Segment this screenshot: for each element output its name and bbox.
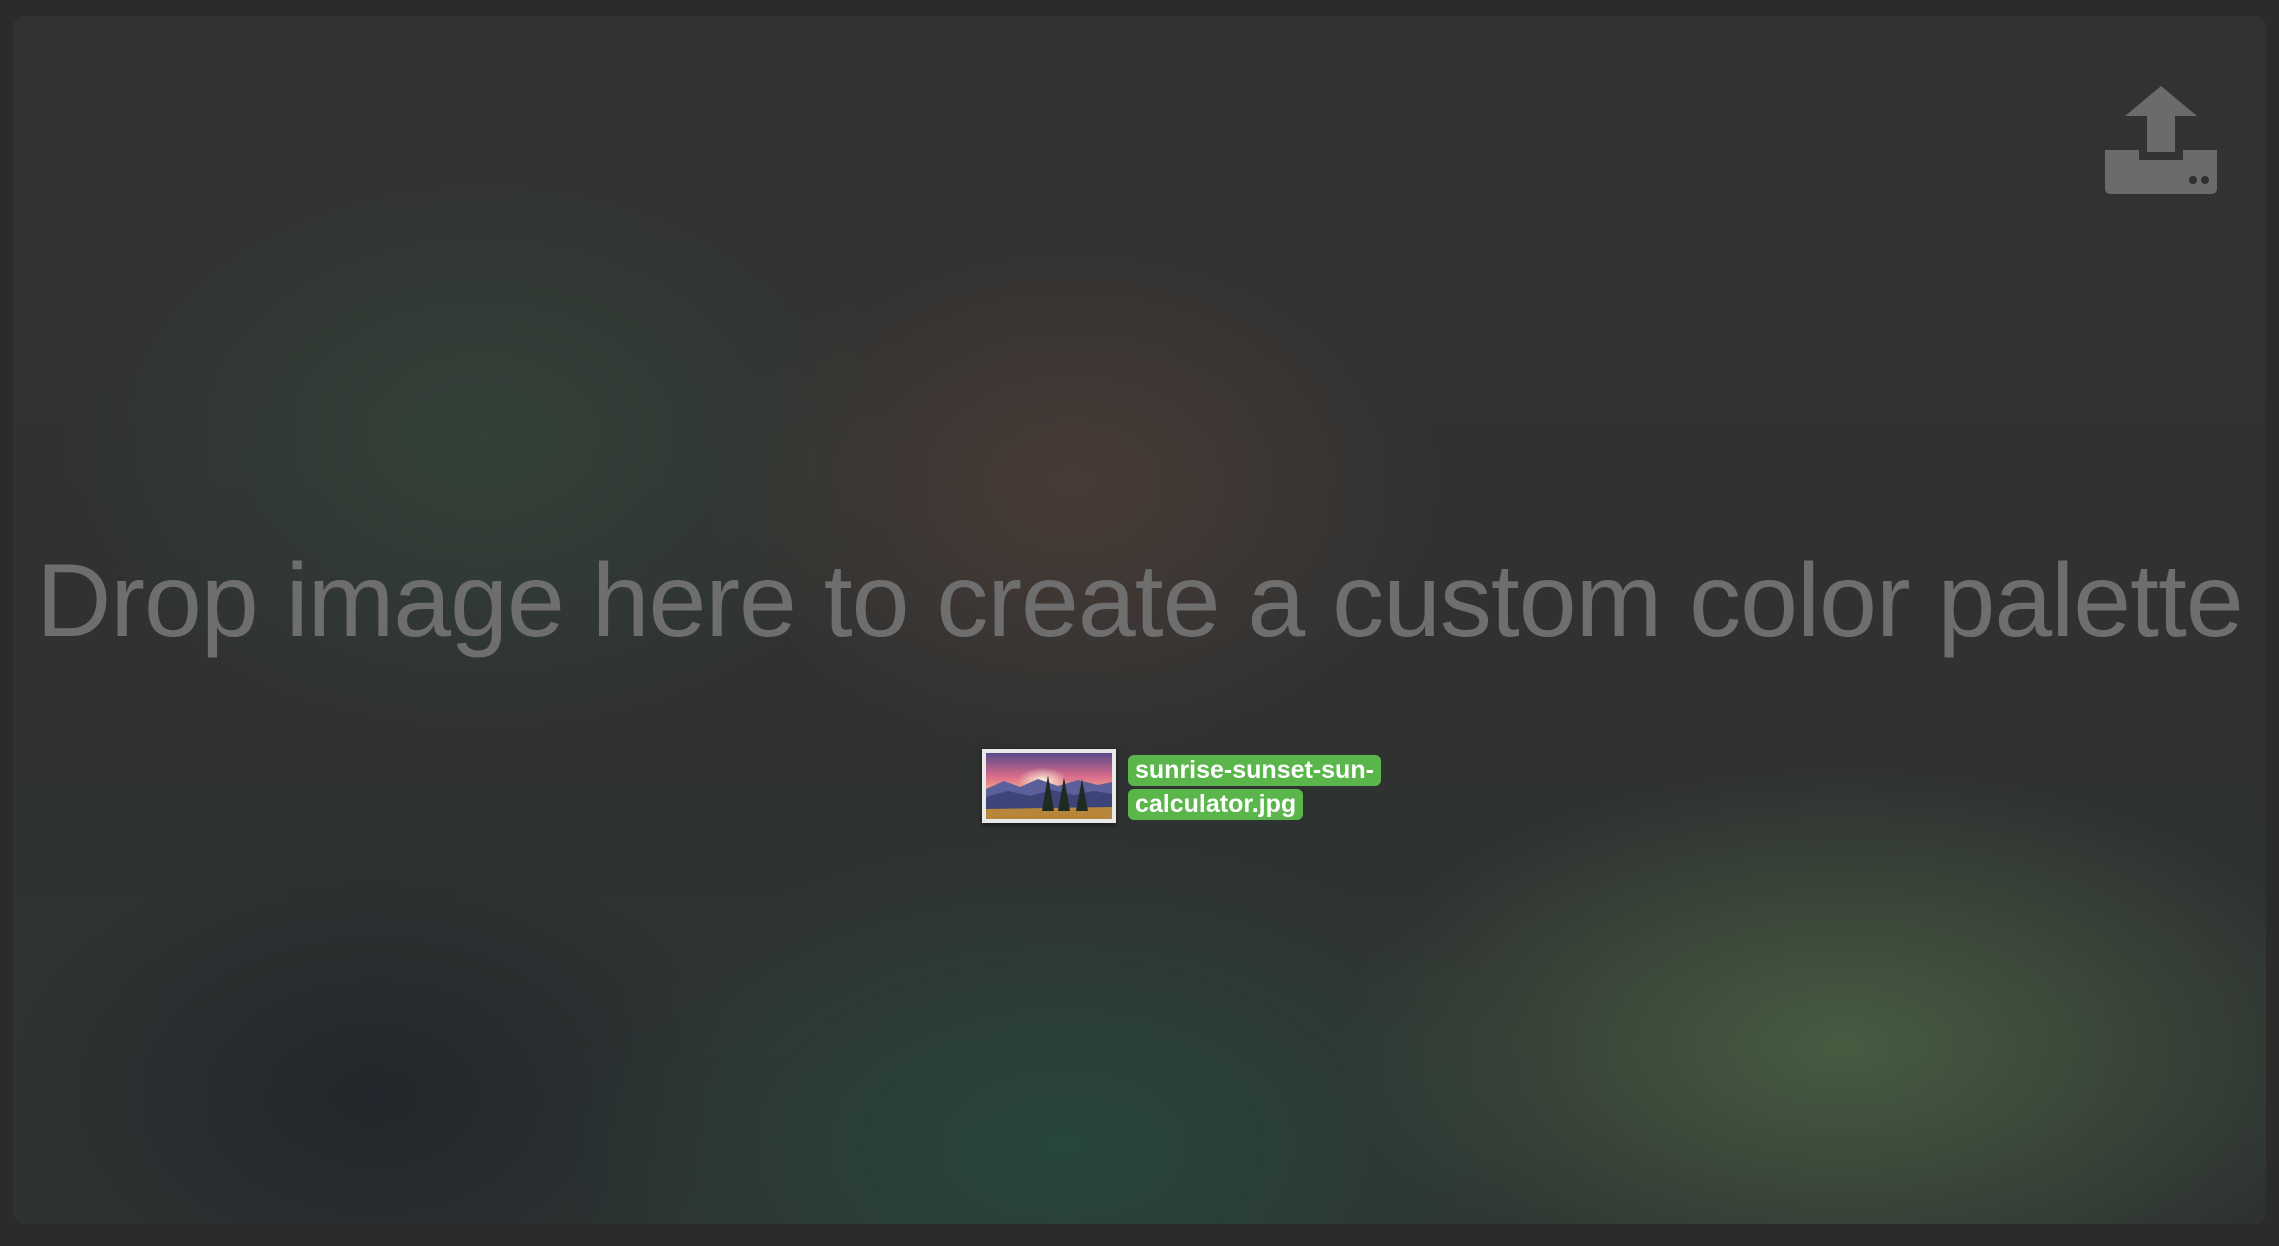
app-window: Drop image here to create a custom color… [0,0,2279,1246]
image-drop-zone[interactable]: Drop image here to create a custom color… [13,16,2266,1224]
file-name-line-2: calculator.jpg [1128,789,1304,820]
drop-instruction-text: Drop image here to create a custom color… [36,543,2243,659]
file-name-line-1: sunrise-sunset-sun- [1128,755,1381,786]
file-name-label: sunrise-sunset-sun-calculator.jpg [1128,753,1428,821]
mountain-sunset-thumbnail [982,749,1116,823]
upload-icon[interactable] [2105,86,2217,194]
